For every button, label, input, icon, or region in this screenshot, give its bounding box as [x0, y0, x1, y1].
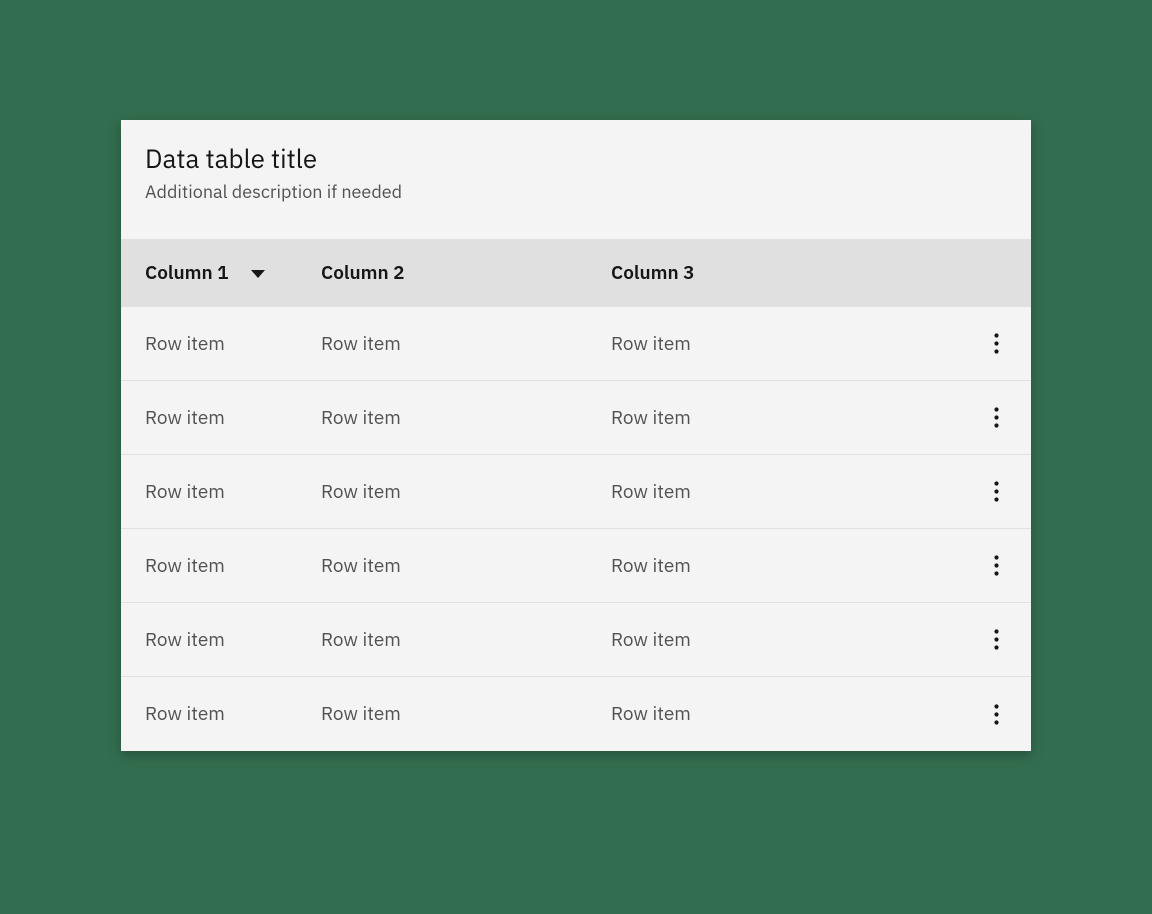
cell: Row item: [611, 554, 691, 578]
column-header-label: Column 3: [611, 261, 695, 285]
column-header-label: Column 2: [321, 261, 405, 285]
column-header-2[interactable]: Column 2: [321, 261, 611, 285]
column-header-1[interactable]: Column 1: [121, 261, 321, 285]
overflow-menu-button[interactable]: [976, 324, 1016, 364]
cell: Row item: [145, 554, 225, 578]
cell: Row item: [145, 332, 225, 356]
table-row: Row item Row item Row item: [121, 455, 1031, 529]
table-row: Row item Row item Row item: [121, 529, 1031, 603]
data-table-container: Data table title Additional description …: [121, 120, 1031, 751]
column-header-label: Column 1: [145, 261, 229, 285]
cell: Row item: [611, 702, 691, 726]
cell: Row item: [321, 554, 401, 578]
cell: Row item: [321, 702, 401, 726]
cell: Row item: [145, 480, 225, 504]
cell: Row item: [611, 628, 691, 652]
cell: Row item: [321, 332, 401, 356]
table-row: Row item Row item Row item: [121, 677, 1031, 751]
caret-down-icon: [251, 270, 265, 278]
overflow-vertical-icon: [994, 407, 999, 428]
cell: Row item: [321, 406, 401, 430]
cell: Row item: [145, 406, 225, 430]
table-description: Additional description if needed: [145, 180, 1007, 203]
overflow-vertical-icon: [994, 629, 999, 650]
cell: Row item: [321, 480, 401, 504]
overflow-vertical-icon: [994, 555, 999, 576]
table-row: Row item Row item Row item: [121, 307, 1031, 381]
overflow-menu-button[interactable]: [976, 546, 1016, 586]
table-body: Row itemRow itemRow itemRow itemRow item…: [121, 307, 1031, 751]
table-header: Data table title Additional description …: [121, 120, 1031, 239]
column-header-3[interactable]: Column 3: [611, 261, 961, 285]
cell: Row item: [611, 480, 691, 504]
overflow-menu-button[interactable]: [976, 472, 1016, 512]
overflow-vertical-icon: [994, 704, 999, 725]
cell: Row item: [611, 406, 691, 430]
table-columns-header: Column 1 Column 2 Column 3: [121, 239, 1031, 307]
table-row: Row item Row item Row item: [121, 381, 1031, 455]
table-title: Data table title: [145, 142, 1007, 176]
overflow-menu-button[interactable]: [976, 398, 1016, 438]
overflow-vertical-icon: [994, 333, 999, 354]
overflow-vertical-icon: [994, 481, 999, 502]
overflow-menu-button[interactable]: [976, 620, 1016, 660]
cell: Row item: [145, 628, 225, 652]
cell: Row item: [145, 702, 225, 726]
cell: Row item: [321, 628, 401, 652]
overflow-menu-button[interactable]: [976, 694, 1016, 734]
table-row: Row item Row item Row item: [121, 603, 1031, 677]
cell: Row item: [611, 332, 691, 356]
